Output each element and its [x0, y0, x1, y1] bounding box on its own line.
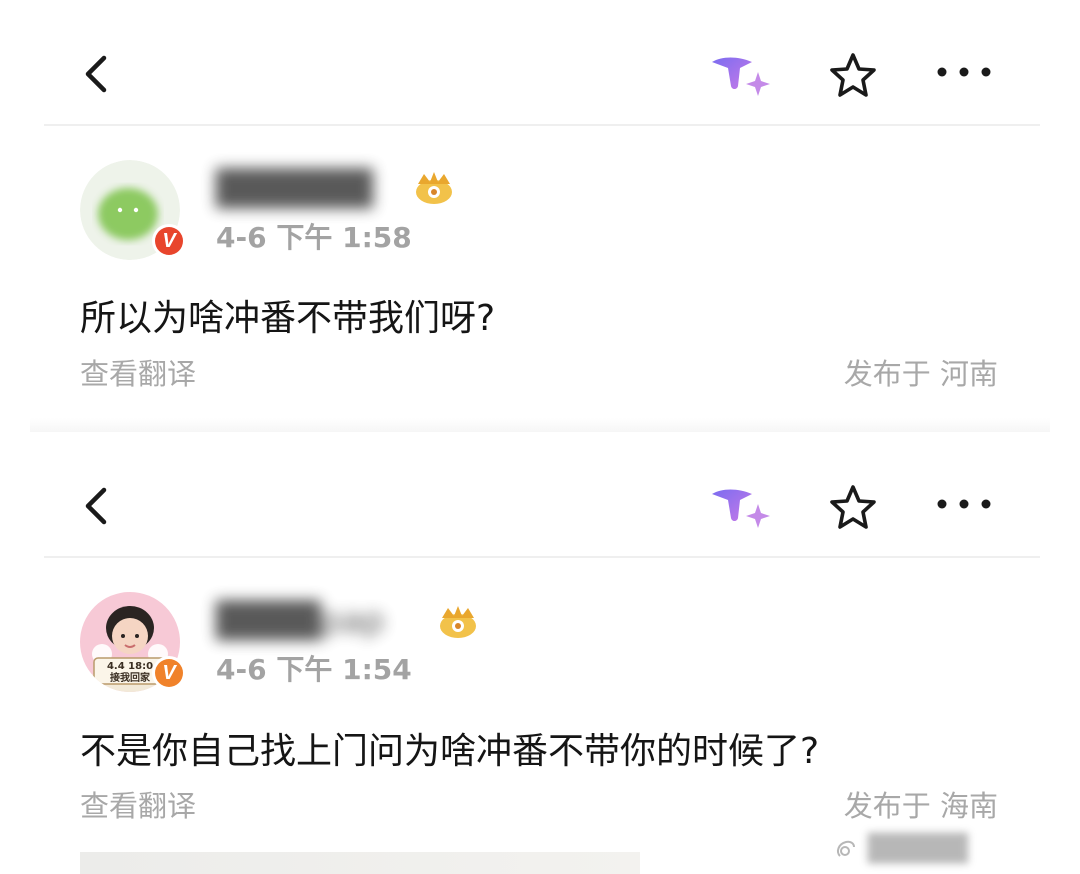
username[interactable]: ████pap — [216, 596, 385, 646]
post-location: 发布于 河南 — [843, 357, 998, 391]
verified-v-icon: V — [152, 656, 186, 690]
chevron-left-icon[interactable] — [78, 52, 118, 96]
more-dots-icon[interactable] — [934, 492, 994, 516]
top-navigation-bar — [0, 432, 1080, 557]
next-content-preview — [80, 852, 640, 874]
post-timestamp: 4-6 下午 1:58 — [216, 221, 412, 254]
post-text: 不是你自己找上门问为啥冲番不带你的时候了? — [80, 731, 820, 772]
avatar[interactable]: 4.4 18:0 接我回家 V — [80, 592, 186, 692]
crown-badge-icon — [416, 172, 452, 204]
avatar-caption-line2: 接我回家 — [110, 671, 151, 684]
star-outline-icon[interactable] — [826, 52, 880, 98]
star-outline-icon[interactable] — [826, 484, 880, 530]
top-navigation-bar — [0, 0, 1080, 125]
avatar-caption-line1: 4.4 18:0 — [107, 661, 153, 672]
watermark-logo-icon — [837, 840, 855, 857]
username[interactable]: ██████ — [216, 164, 373, 214]
post-panel-1: V ██████ 4-6 下午 1:58 所以为啥冲番不带我们呀? 查看翻译 发… — [0, 0, 1080, 432]
post-timestamp: 4-6 下午 1:54 — [216, 653, 412, 686]
post-text: 所以为啥冲番不带我们呀? — [80, 298, 496, 339]
header-divider — [44, 556, 1040, 558]
crown-badge-icon — [440, 606, 476, 638]
post-location: 发布于 海南 — [843, 789, 998, 823]
view-translation-link[interactable]: 查看翻译 — [80, 786, 196, 826]
verified-v-icon: V — [152, 224, 186, 258]
chevron-left-icon[interactable] — [78, 484, 118, 528]
watermark: █████ — [834, 826, 1064, 872]
view-translation-link[interactable]: 查看翻译 — [80, 354, 196, 394]
ai-sparkle-icon[interactable] — [708, 482, 774, 532]
post-panel-2: 4.4 18:0 接我回家 V ████pap 4-6 下午 1:54 不是你自… — [0, 432, 1080, 864]
header-divider — [44, 124, 1040, 126]
watermark-text: █████ — [868, 834, 968, 864]
avatar[interactable]: V — [80, 160, 186, 260]
ai-sparkle-icon[interactable] — [708, 50, 774, 100]
more-dots-icon[interactable] — [934, 60, 994, 84]
